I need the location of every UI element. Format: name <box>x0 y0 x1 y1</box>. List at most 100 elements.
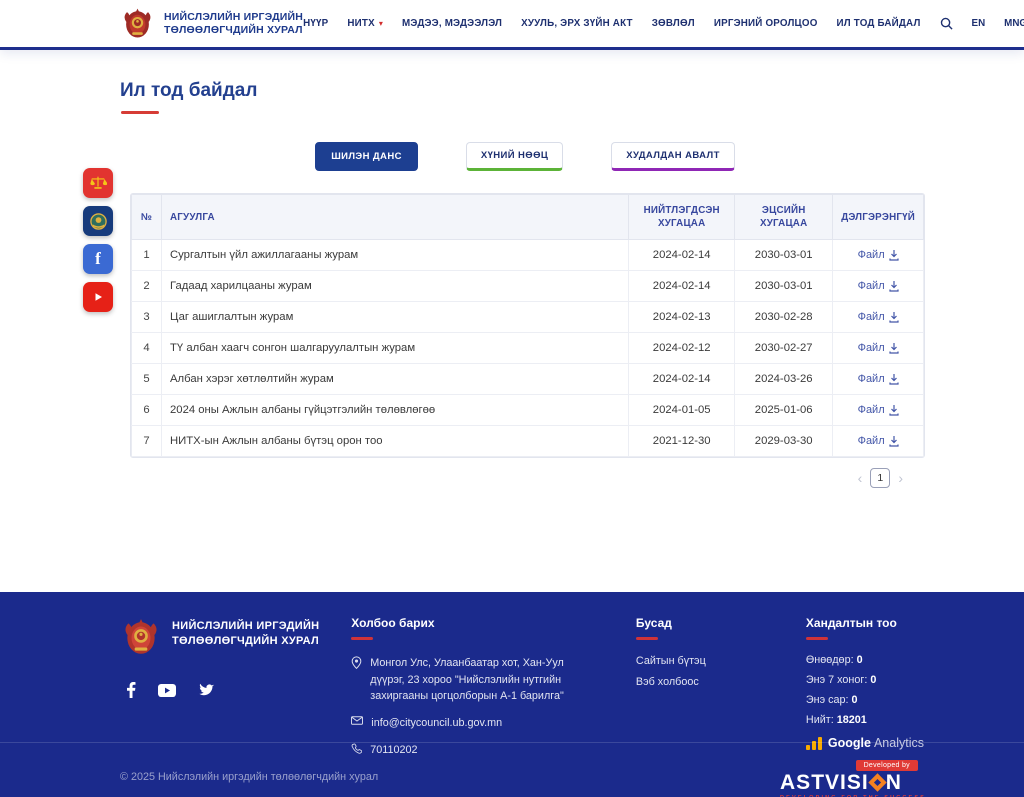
file-download-link[interactable]: Файл <box>858 373 899 385</box>
footer-youtube-button[interactable] <box>158 684 176 697</box>
legal-info-button[interactable] <box>83 168 113 198</box>
nav-item[interactable]: ЗӨВЛӨЛ <box>652 18 695 29</box>
youtube-icon <box>158 684 176 697</box>
state-emblem-logo-icon <box>120 6 155 41</box>
search-icon <box>940 17 953 30</box>
government-emblem-button[interactable] <box>83 206 113 236</box>
header: НИЙСЛЭЛИЙН ИРГЭДИЙН ТӨЛӨӨЛӨГЧДИЙН ХУРАЛ … <box>0 0 1024 50</box>
table-row: 5Албан хэрэг хөтлөлтийн журам2024-02-142… <box>132 364 924 395</box>
tab-inactive[interactable]: ХУДАЛДАН АВАЛТ <box>611 142 735 171</box>
nav-item[interactable]: МЭДЭЭ, МЭДЭЭЛЭЛ <box>402 18 502 29</box>
visit-stat: Өнөөдөр:0 <box>806 654 924 666</box>
row-deadline-date: 2030-02-27 <box>735 333 833 364</box>
nav-item[interactable]: НИТХ▾ <box>347 18 383 29</box>
row-number: 5 <box>132 364 162 395</box>
visit-stat: Энэ сар:0 <box>806 694 924 706</box>
file-download-link[interactable]: Файл <box>858 311 899 323</box>
footer-twitter-button[interactable] <box>198 683 214 697</box>
row-number: 4 <box>132 333 162 364</box>
download-icon <box>889 343 899 354</box>
row-deadline-date: 2030-03-01 <box>735 271 833 302</box>
row-deadline-date: 2029-03-30 <box>735 426 833 457</box>
row-content: НИТХ-ын Ажлын албаны бүтэц орон тоо <box>162 426 629 457</box>
youtube-button[interactable] <box>83 282 113 312</box>
file-download-link[interactable]: Файл <box>858 404 899 416</box>
page-number-button[interactable]: 1 <box>870 468 890 488</box>
chevron-down-icon: ▾ <box>379 19 383 28</box>
file-download-link[interactable]: Файл <box>858 249 899 261</box>
row-content: Цаг ашиглалтын журам <box>162 302 629 333</box>
address-text: Монгол Улс, Улаанбаатар хот, Хан-Уул дүү… <box>370 655 576 705</box>
facebook-icon: f <box>95 249 101 269</box>
table-row: 3Цаг ашиглалтын журам2024-02-132030-02-2… <box>132 302 924 333</box>
developed-by-label: Developed by <box>856 760 918 771</box>
file-download-link[interactable]: Файл <box>858 435 899 447</box>
page: НИЙСЛЭЛИЙН ИРГЭДИЙН ТӨЛӨӨЛӨГЧДИЙН ХУРАЛ … <box>0 0 1024 797</box>
col-number: № <box>132 195 162 240</box>
nav-item[interactable]: ИРГЭНИЙ ОРОЛЦОО <box>714 18 818 29</box>
tab-active[interactable]: ШИЛЭН ДАНС <box>315 142 418 171</box>
row-content: Сургалтын үйл ажиллагааны журам <box>162 240 629 271</box>
youtube-play-icon <box>91 290 105 304</box>
nav-item[interactable]: ИЛ ТОД БАЙДАЛ <box>837 18 921 29</box>
nav-item[interactable]: ХУУЛЬ, ЭРХ ЗҮЙН АКТ <box>521 18 633 29</box>
contact-heading: Холбоо барих <box>351 616 576 630</box>
tab-inactive[interactable]: ХҮНИЙ НӨӨЦ <box>466 142 563 171</box>
footer-link[interactable]: Вэб холбоос <box>636 676 766 688</box>
table-row: 7НИТХ-ын Ажлын албаны бүтэц орон тоо2021… <box>132 426 924 457</box>
ga-analytics-label: Analytics <box>874 736 924 750</box>
next-page-icon[interactable]: › <box>898 471 903 485</box>
visit-stats: Өнөөдөр:0Энэ 7 хоног:0Энэ сар:0Нийт:1820… <box>806 654 924 726</box>
download-icon <box>889 281 899 292</box>
footer-emblem-logo-icon <box>120 616 162 658</box>
row-deadline-date: 2025-01-06 <box>735 395 833 426</box>
row-published-date: 2021-12-30 <box>629 426 735 457</box>
lang-en[interactable]: EN <box>972 18 986 29</box>
footer-facebook-button[interactable] <box>126 682 136 698</box>
lang-mng[interactable]: MNG <box>1004 18 1024 29</box>
email-icon <box>351 716 363 725</box>
row-content: ТҮ албан хаагч сонгон шалгаруулалтын жур… <box>162 333 629 364</box>
email-link[interactable]: info@citycouncil.ub.gov.mn <box>371 715 502 732</box>
file-download-link[interactable]: Файл <box>858 342 899 354</box>
footer-socials <box>126 682 351 698</box>
tab-bar: ШИЛЭН ДАНС ХҮНИЙ НӨӨЦ ХУДАЛДАН АВАЛТ <box>0 142 1024 171</box>
scales-of-justice-icon <box>89 174 107 192</box>
file-download-link[interactable]: Файл <box>858 280 899 292</box>
row-deadline-date: 2024-03-26 <box>735 364 833 395</box>
copyright-text: © 2025 Нийслэлийн иргэдийн төлөөлөгчдийн… <box>120 771 378 783</box>
footer-link[interactable]: Сайтын бүтэц <box>636 655 766 667</box>
download-icon <box>889 405 899 416</box>
col-deadline: ЭЦСИЙН ХУГАЦАА <box>735 195 833 240</box>
table-row: 1Сургалтын үйл ажиллагааны журам2024-02-… <box>132 240 924 271</box>
row-published-date: 2024-01-05 <box>629 395 735 426</box>
main-content: Ил тод байдал f ШИЛЭН ДАНС ХҮНИЙ НӨӨЦ ХУДА… <box>0 50 1024 592</box>
location-pin-icon <box>351 656 362 669</box>
row-published-date: 2024-02-14 <box>629 240 735 271</box>
facebook-icon <box>126 682 136 698</box>
row-number: 7 <box>132 426 162 457</box>
footer-divider <box>0 742 1024 743</box>
pagination: ‹ 1 › <box>130 468 925 488</box>
developer-logo[interactable]: Developed by ASTVISIN DEVELOPING FOR THE… <box>780 752 926 797</box>
row-published-date: 2024-02-13 <box>629 302 735 333</box>
nav-item[interactable]: НҮҮР <box>303 18 328 29</box>
row-published-date: 2024-02-14 <box>629 364 735 395</box>
table-row: 62024 оны Ажлын албаны гүйцэтгэлийн төлө… <box>132 395 924 426</box>
search-button[interactable] <box>940 17 953 30</box>
table-header: № АГУУЛГА НИЙТЛЭГДСЭН ХУГАЦАА ЭЦСИЙН ХУГ… <box>132 195 924 240</box>
row-deadline-date: 2030-02-28 <box>735 302 833 333</box>
page-title: Ил тод байдал <box>120 80 1024 102</box>
government-emblem-icon <box>89 212 108 231</box>
facebook-button[interactable]: f <box>83 244 113 274</box>
row-number: 1 <box>132 240 162 271</box>
row-deadline-date: 2030-03-01 <box>735 240 833 271</box>
site-brand[interactable]: НИЙСЛЭЛИЙН ИРГЭДИЙН ТӨЛӨӨЛӨГЧДИЙН ХУРАЛ <box>120 6 303 41</box>
twitter-icon <box>198 683 214 697</box>
prev-page-icon[interactable]: ‹ <box>858 471 863 485</box>
ga-google-label: Google <box>828 736 871 750</box>
row-number: 6 <box>132 395 162 426</box>
row-published-date: 2024-02-14 <box>629 271 735 302</box>
col-published: НИЙТЛЭГДСЭН ХУГАЦАА <box>629 195 735 240</box>
main-nav: НҮҮР НИТХ▾ МЭДЭЭ, МЭДЭЭЛЭЛ ХУУЛЬ, ЭРХ ЗҮЙН … <box>303 17 1024 30</box>
